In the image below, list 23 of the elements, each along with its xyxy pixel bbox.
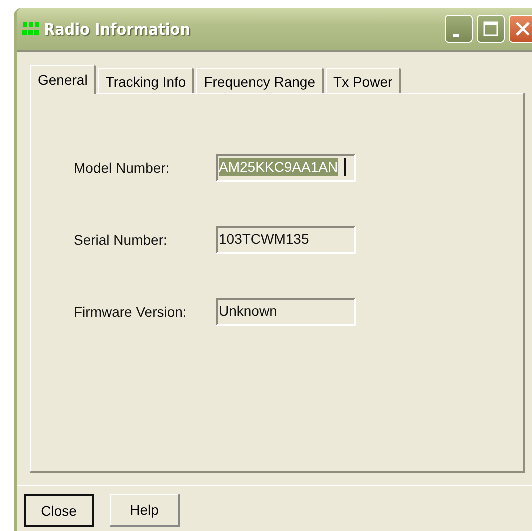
maximize-icon <box>483 21 499 37</box>
maximize-button[interactable] <box>477 15 505 43</box>
minimize-icon <box>453 34 459 36</box>
dialog-button[interactable]: Close <box>24 494 94 527</box>
field-label: Model Number: <box>74 160 171 176</box>
text-field[interactable]: 103TCWM135 <box>216 226 356 254</box>
minimize-button[interactable] <box>445 15 473 43</box>
field-value: AM25KKC9AA1AN <box>219 158 338 176</box>
tab[interactable]: Frequency Range <box>196 68 324 93</box>
window-title: Radio Information <box>44 20 192 38</box>
close-button[interactable] <box>509 15 532 43</box>
field-label: Firmware Version: <box>74 304 188 320</box>
field-value: 103TCWM135 <box>219 230 310 248</box>
close-icon <box>514 20 532 38</box>
text-field[interactable]: Unknown <box>216 298 356 326</box>
text-cursor <box>344 158 346 176</box>
dialog-button[interactable]: Help <box>110 494 180 527</box>
field-value: Unknown <box>219 302 278 320</box>
tab[interactable]: General <box>30 65 96 94</box>
app-icon <box>21 21 41 37</box>
field-label: Serial Number: <box>74 232 168 248</box>
tab[interactable]: Tracking Info <box>98 68 194 93</box>
tab[interactable]: Tx Power <box>326 68 401 93</box>
